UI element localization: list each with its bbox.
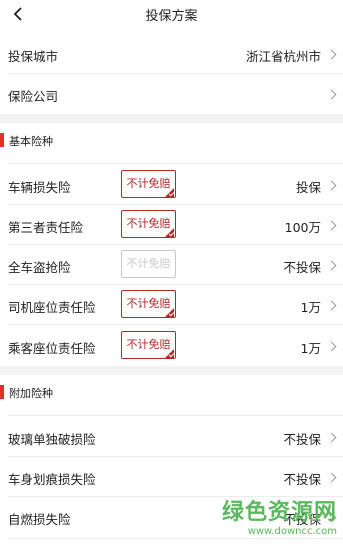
item-label: 司机座位责任险: [8, 300, 96, 315]
additional-section-title: 附加险种: [9, 387, 53, 400]
item-label: 乘客座位责任险: [8, 341, 96, 356]
divider: [8, 163, 343, 164]
item-value: 不投保: [283, 432, 321, 447]
tag-label: 不计免赔: [126, 338, 171, 351]
chevron-right-icon: [326, 300, 337, 311]
tag-label: 不计免赔: [126, 257, 171, 270]
basic-item-row[interactable]: 第三者责任险 不计免赔 100万: [0, 204, 343, 244]
chevron-right-icon: [326, 432, 337, 443]
additional-item-row[interactable]: 玻璃单独破损险 不投保: [0, 415, 343, 456]
section-accent-bar: [0, 133, 4, 147]
item-value: 1万: [300, 300, 321, 315]
item-label: 自燃损失险: [8, 512, 71, 527]
insurer-label: 保险公司: [8, 89, 59, 104]
basic-item-row[interactable]: 车辆损失险 不计免赔 投保: [0, 163, 343, 204]
divider: [8, 456, 343, 457]
deductible-toggle[interactable]: 不计免赔: [121, 331, 176, 359]
city-value: 浙江省杭州市: [245, 49, 321, 64]
item-label: 车辆损失险: [8, 180, 71, 195]
watermark-text: 绿色资源网: [221, 500, 337, 525]
watermark-url: www.downcc.com: [247, 526, 337, 537]
basic-section-header: 基本险种: [0, 123, 343, 157]
additional-section-header: 附加险种: [0, 375, 343, 409]
deductible-toggle[interactable]: 不计免赔: [121, 250, 176, 278]
basic-item-row[interactable]: 乘客座位责任险 不计免赔 1万: [0, 324, 343, 366]
divider: [8, 244, 343, 245]
item-label: 第三者责任险: [8, 220, 84, 235]
deductible-toggle[interactable]: 不计免赔: [121, 290, 176, 318]
chevron-right-icon: [326, 472, 337, 483]
chevron-right-icon: [326, 89, 337, 100]
item-label: 车身划痕损失险: [8, 472, 96, 487]
check-corner-icon: [165, 188, 174, 197]
city-label: 投保城市: [8, 49, 59, 64]
section-accent-bar: [0, 385, 4, 399]
nav-bar: 投保方案: [0, 0, 343, 30]
insurer-row[interactable]: 保险公司: [0, 74, 343, 114]
chevron-right-icon: [326, 341, 337, 352]
check-corner-icon: [165, 308, 174, 317]
tag-label: 不计免赔: [126, 217, 171, 230]
additional-item-row[interactable]: 车身划痕损失险 不投保: [0, 456, 343, 496]
chevron-right-icon: [326, 220, 337, 231]
divider: [8, 204, 343, 205]
chevron-right-icon: [326, 49, 337, 60]
item-value: 不投保: [283, 260, 321, 275]
divider: [8, 284, 343, 285]
page-title: 投保方案: [145, 9, 198, 24]
deductible-toggle[interactable]: 不计免赔: [121, 210, 176, 238]
item-value: 100万: [284, 220, 321, 235]
item-label: 全车盗抢险: [8, 260, 71, 275]
chevron-right-icon: [326, 180, 337, 191]
city-row[interactable]: 投保城市 浙江省杭州市: [0, 34, 343, 74]
item-value: 不投保: [283, 472, 321, 487]
divider: [8, 415, 343, 416]
check-corner-icon: [165, 228, 174, 237]
watermark: 绿色资源网 www.downcc.com: [222, 500, 337, 538]
divider: [8, 538, 343, 539]
section-gap: [0, 114, 343, 123]
check-corner-icon: [165, 349, 174, 358]
basic-item-row[interactable]: 全车盗抢险 不计免赔 不投保: [0, 244, 343, 284]
basic-item-row[interactable]: 司机座位责任险 不计免赔 1万: [0, 284, 343, 324]
section-gap: [0, 366, 343, 375]
chevron-right-icon: [326, 260, 337, 271]
deductible-toggle[interactable]: 不计免赔: [121, 170, 176, 198]
divider: [8, 496, 343, 497]
item-label: 玻璃单独破损险: [8, 432, 96, 447]
tag-label: 不计免赔: [126, 177, 171, 190]
tag-label: 不计免赔: [126, 297, 171, 310]
item-value: 1万: [300, 341, 321, 356]
basic-section-title: 基本险种: [9, 135, 53, 148]
divider: [8, 324, 343, 325]
item-value: 投保: [295, 180, 321, 195]
